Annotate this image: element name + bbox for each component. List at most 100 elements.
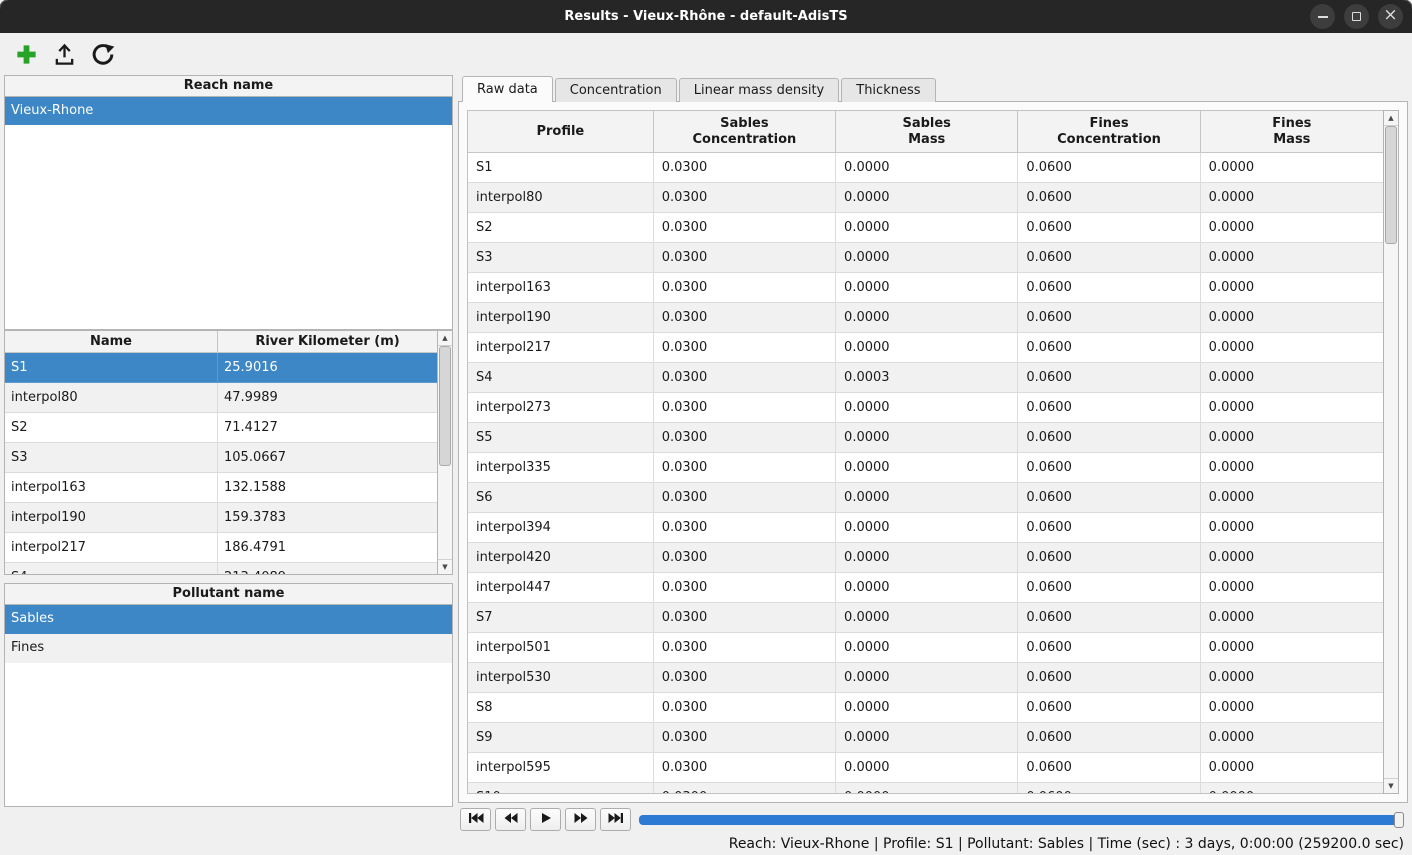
scroll-up-icon[interactable]: ▲ bbox=[1384, 111, 1398, 126]
cell: 0.0600 bbox=[1018, 603, 1200, 633]
scrollbar-thumb[interactable] bbox=[439, 346, 451, 466]
reach-item-vieux-rhone[interactable]: Vieux-Rhone bbox=[5, 97, 452, 125]
cell: 0.0600 bbox=[1018, 153, 1200, 183]
cell: S10 bbox=[468, 783, 654, 793]
table-row[interactable]: interpol5300.03000.00000.06000.0000 bbox=[468, 663, 1383, 693]
table-row[interactable]: S80.03000.00000.06000.0000 bbox=[468, 693, 1383, 723]
app-window: Results - Vieux-Rhône - default-AdisTS ×… bbox=[0, 0, 1412, 855]
table-row[interactable]: S70.03000.00000.06000.0000 bbox=[468, 603, 1383, 633]
cell: 0.0000 bbox=[1201, 753, 1383, 783]
table-row[interactable]: interpol190159.3783 bbox=[5, 503, 437, 533]
cell: 0.0000 bbox=[1201, 603, 1383, 633]
tab-raw-data[interactable]: Raw data bbox=[462, 76, 553, 102]
table-row[interactable]: interpol800.03000.00000.06000.0000 bbox=[468, 183, 1383, 213]
export-button[interactable] bbox=[47, 38, 81, 70]
cell: 0.0000 bbox=[836, 573, 1018, 603]
tab-thickness[interactable]: Thickness bbox=[841, 78, 935, 102]
table-row[interactable]: interpol8047.9989 bbox=[5, 383, 437, 413]
table-row[interactable]: interpol3940.03000.00000.06000.0000 bbox=[468, 513, 1383, 543]
table-row[interactable]: interpol2730.03000.00000.06000.0000 bbox=[468, 393, 1383, 423]
rewind-button[interactable] bbox=[495, 808, 526, 831]
time-slider[interactable] bbox=[639, 815, 1404, 825]
skip-to-start-button[interactable] bbox=[460, 808, 491, 831]
table-row[interactable]: interpol1630.03000.00000.06000.0000 bbox=[468, 273, 1383, 303]
cell: 0.0000 bbox=[1201, 363, 1383, 393]
column-header[interactable]: FinesConcentration bbox=[1018, 111, 1200, 152]
table-row[interactable]: interpol3350.03000.00000.06000.0000 bbox=[468, 453, 1383, 483]
table-row[interactable]: S60.03000.00000.06000.0000 bbox=[468, 483, 1383, 513]
scroll-down-icon[interactable]: ▼ bbox=[438, 559, 452, 574]
table-row[interactable]: S20.03000.00000.06000.0000 bbox=[468, 213, 1383, 243]
cell: S8 bbox=[468, 693, 654, 723]
table-row[interactable]: S3105.0667 bbox=[5, 443, 437, 473]
column-header-river-kilometer-m[interactable]: River Kilometer (m) bbox=[218, 331, 437, 352]
table-row[interactable]: S40.03000.00030.06000.0000 bbox=[468, 363, 1383, 393]
cell: 0.0000 bbox=[836, 723, 1018, 753]
pollutant-item-fines[interactable]: Fines bbox=[5, 634, 452, 663]
cell: 0.0000 bbox=[836, 273, 1018, 303]
cell: 0.0600 bbox=[1018, 693, 1200, 723]
table-row[interactable]: interpol2170.03000.00000.06000.0000 bbox=[468, 333, 1383, 363]
minimize-button[interactable] bbox=[1310, 4, 1335, 29]
cell: 0.0600 bbox=[1018, 543, 1200, 573]
cell: 0.0000 bbox=[836, 633, 1018, 663]
slider-handle[interactable] bbox=[1394, 812, 1404, 828]
cell: 0.0300 bbox=[654, 153, 836, 183]
cell: interpol163 bbox=[5, 473, 218, 503]
table-row[interactable]: S30.03000.00000.06000.0000 bbox=[468, 243, 1383, 273]
refresh-button[interactable] bbox=[85, 38, 119, 70]
table-row[interactable]: interpol217186.4791 bbox=[5, 533, 437, 563]
cell: 0.0300 bbox=[654, 513, 836, 543]
table-row[interactable]: interpol4200.03000.00000.06000.0000 bbox=[468, 543, 1383, 573]
column-header[interactable]: FinesMass bbox=[1201, 111, 1383, 152]
cell: 0.0600 bbox=[1018, 633, 1200, 663]
column-header[interactable]: Profile bbox=[468, 111, 654, 152]
table-row[interactable]: interpol163132.1588 bbox=[5, 473, 437, 503]
play-button[interactable] bbox=[530, 808, 561, 831]
title-bar[interactable]: Results - Vieux-Rhône - default-AdisTS × bbox=[0, 0, 1412, 33]
cell: 0.0000 bbox=[1201, 153, 1383, 183]
table-row[interactable]: interpol1900.03000.00000.06000.0000 bbox=[468, 303, 1383, 333]
column-header-name[interactable]: Name bbox=[5, 331, 218, 352]
cell: interpol217 bbox=[5, 533, 218, 563]
table-row[interactable]: S4213.4089 bbox=[5, 563, 437, 574]
tab-concentration[interactable]: Concentration bbox=[555, 78, 677, 102]
cell: 0.0000 bbox=[1201, 423, 1383, 453]
cell: 0.0000 bbox=[836, 603, 1018, 633]
column-header[interactable]: SablesMass bbox=[836, 111, 1018, 152]
tab-linear-mass-density[interactable]: Linear mass density bbox=[679, 78, 840, 102]
table-row[interactable]: interpol5950.03000.00000.06000.0000 bbox=[468, 753, 1383, 783]
close-button[interactable]: × bbox=[1378, 4, 1403, 29]
scrollbar-track[interactable] bbox=[1384, 126, 1398, 778]
skip-to-end-button[interactable] bbox=[600, 808, 631, 831]
table-row[interactable]: S271.4127 bbox=[5, 413, 437, 443]
table-row[interactable]: interpol5010.03000.00000.06000.0000 bbox=[468, 633, 1383, 663]
tab-bar: Raw dataConcentrationLinear mass density… bbox=[458, 75, 1408, 101]
panel-gap bbox=[4, 575, 453, 583]
maximize-button[interactable] bbox=[1344, 4, 1369, 29]
fast-forward-button[interactable] bbox=[565, 808, 596, 831]
scroll-down-icon[interactable]: ▼ bbox=[1384, 778, 1398, 793]
table-row[interactable]: S50.03000.00000.06000.0000 bbox=[468, 423, 1383, 453]
cell: 0.0000 bbox=[1201, 513, 1383, 543]
cell: 0.0000 bbox=[836, 303, 1018, 333]
scrollbar-track[interactable] bbox=[438, 346, 452, 559]
player-controls bbox=[458, 803, 1408, 833]
cell: 0.0600 bbox=[1018, 723, 1200, 753]
cell: interpol394 bbox=[468, 513, 654, 543]
pollutant-item-sables[interactable]: Sables bbox=[5, 605, 452, 634]
table-row[interactable]: S125.9016 bbox=[5, 353, 437, 383]
table-row[interactable]: S100.03000.00000.06000.0000 bbox=[468, 783, 1383, 793]
profiles-scrollbar[interactable]: ▲ ▼ bbox=[437, 330, 453, 575]
scroll-up-icon[interactable]: ▲ bbox=[438, 331, 452, 346]
table-row[interactable]: S90.03000.00000.06000.0000 bbox=[468, 723, 1383, 753]
table-row[interactable]: interpol4470.03000.00000.06000.0000 bbox=[468, 573, 1383, 603]
cell: interpol163 bbox=[468, 273, 654, 303]
column-header[interactable]: SablesConcentration bbox=[654, 111, 836, 152]
add-button[interactable] bbox=[9, 38, 43, 70]
data-table-scrollbar[interactable]: ▲ ▼ bbox=[1383, 110, 1399, 794]
cell: 0.0000 bbox=[836, 453, 1018, 483]
scrollbar-thumb[interactable] bbox=[1385, 126, 1397, 244]
table-row[interactable]: S10.03000.00000.06000.0000 bbox=[468, 153, 1383, 183]
cell: interpol501 bbox=[468, 633, 654, 663]
